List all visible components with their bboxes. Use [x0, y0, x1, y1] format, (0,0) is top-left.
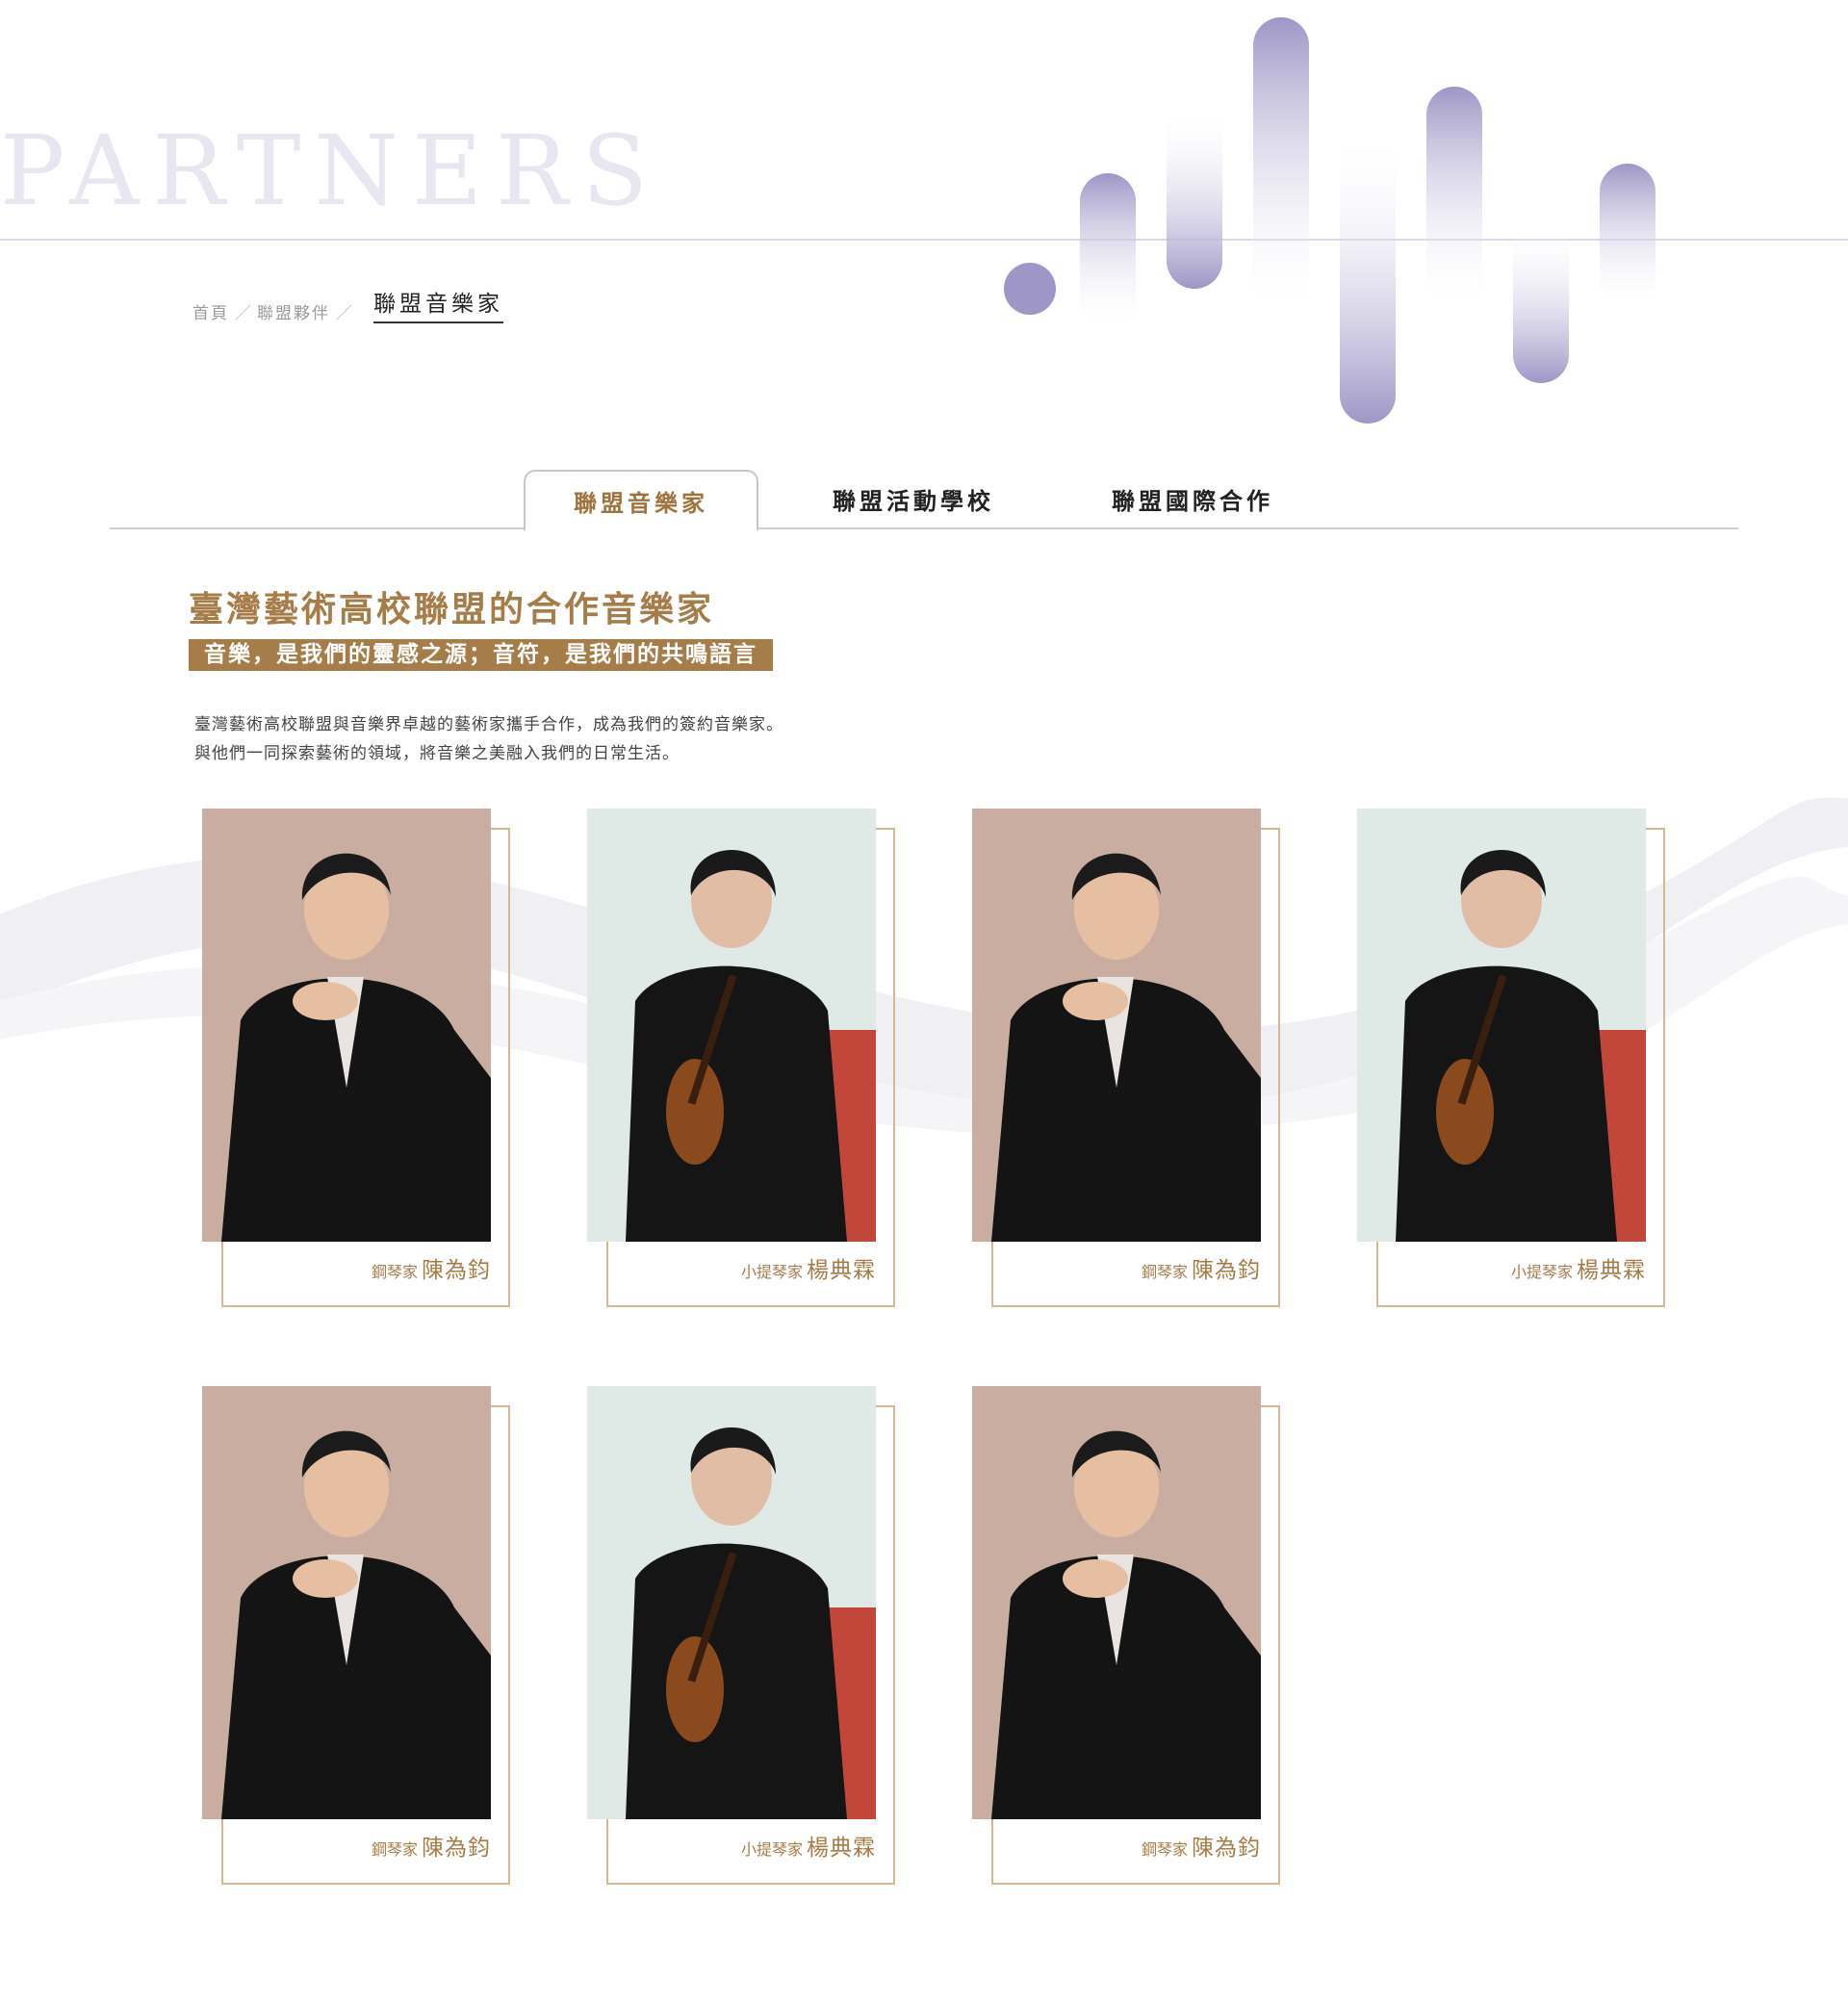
musician-card[interactable]: 小提琴家 楊典霖 [587, 809, 895, 1309]
musician-card[interactable]: 小提琴家 楊典霖 [1357, 809, 1665, 1309]
breadcrumb-separator: ／ [235, 304, 251, 323]
musician-card[interactable]: 鋼琴家 陳為鈞 [972, 1386, 1280, 1887]
intro-line: 與他們一同探索藝術的領域，將音樂之美融入我們的日常生活。 [194, 744, 680, 763]
musician-photo-pianist [202, 809, 491, 1242]
breadcrumb-current: 聯盟音樂家 [373, 285, 503, 323]
card-caption: 小提琴家 楊典霖 [1511, 1251, 1646, 1284]
musician-photo-violinist [587, 1386, 876, 1819]
intro-line: 臺灣藝術高校聯盟與音樂界卓越的藝術家攜手合作，成為我們的簽約音樂家。 [194, 715, 783, 734]
tab-schools[interactable]: 聯盟活動學校 [783, 470, 1043, 527]
musician-role: 鋼琴家 [1141, 1840, 1188, 1859]
musician-card[interactable]: 鋼琴家 陳為鈞 [202, 809, 510, 1309]
section-tagline: 音樂，是我們的靈感之源；音符，是我們的共鳴語言 [189, 639, 773, 671]
musician-photo-violinist [587, 809, 876, 1242]
category-tabs: 聯盟音樂家 聯盟活動學校 聯盟國際合作 [110, 470, 1738, 531]
tab-musicians[interactable]: 聯盟音樂家 [524, 470, 758, 531]
musician-role: 鋼琴家 [371, 1840, 418, 1859]
musician-role: 小提琴家 [740, 1840, 803, 1859]
card-caption: 鋼琴家 陳為鈞 [372, 1829, 491, 1862]
breadcrumb-partners[interactable]: 聯盟夥伴 [257, 299, 330, 323]
musician-role: 小提琴家 [740, 1263, 803, 1281]
musician-role: 鋼琴家 [1141, 1263, 1188, 1281]
musician-name: 楊典霖 [807, 1258, 876, 1283]
musician-card[interactable]: 鋼琴家 陳為鈞 [972, 809, 1280, 1309]
musician-card[interactable]: 小提琴家 楊典霖 [587, 1386, 895, 1887]
sound-wave-graphic [1004, 17, 1656, 424]
hero-title: PARTNERS [0, 115, 661, 227]
musician-photo-pianist [972, 809, 1261, 1242]
musician-photo-pianist [972, 1386, 1261, 1819]
tab-international[interactable]: 聯盟國際合作 [1063, 470, 1322, 527]
breadcrumb-separator: ／ [336, 304, 352, 323]
breadcrumb: 首頁 ／ 聯盟夥伴 ／ 聯盟音樂家 [192, 285, 503, 323]
breadcrumb-home[interactable]: 首頁 [192, 299, 229, 323]
musician-role: 鋼琴家 [371, 1263, 418, 1281]
card-caption: 小提琴家 楊典霖 [741, 1829, 876, 1862]
musician-name: 陳為鈞 [1192, 1836, 1261, 1861]
section-intro: 臺灣藝術高校聯盟與音樂界卓越的藝術家攜手合作，成為我們的簽約音樂家。 與他們一同… [194, 710, 783, 768]
musician-photo-pianist [202, 1386, 491, 1819]
musician-card[interactable]: 鋼琴家 陳為鈞 [202, 1386, 510, 1887]
musician-name: 楊典霖 [1577, 1258, 1646, 1283]
card-caption: 鋼琴家 陳為鈞 [372, 1251, 491, 1284]
section-title: 臺灣藝術高校聯盟的合作音樂家 [189, 590, 715, 630]
card-caption: 小提琴家 楊典霖 [741, 1251, 876, 1284]
musician-name: 陳為鈞 [422, 1258, 491, 1283]
card-caption: 鋼琴家 陳為鈞 [1142, 1829, 1261, 1862]
musician-photo-violinist [1357, 809, 1646, 1242]
musician-name: 楊典霖 [807, 1836, 876, 1861]
musician-name: 陳為鈞 [422, 1836, 491, 1861]
card-caption: 鋼琴家 陳為鈞 [1142, 1251, 1261, 1284]
musician-role: 小提琴家 [1510, 1263, 1573, 1281]
musician-name: 陳為鈞 [1192, 1258, 1261, 1283]
